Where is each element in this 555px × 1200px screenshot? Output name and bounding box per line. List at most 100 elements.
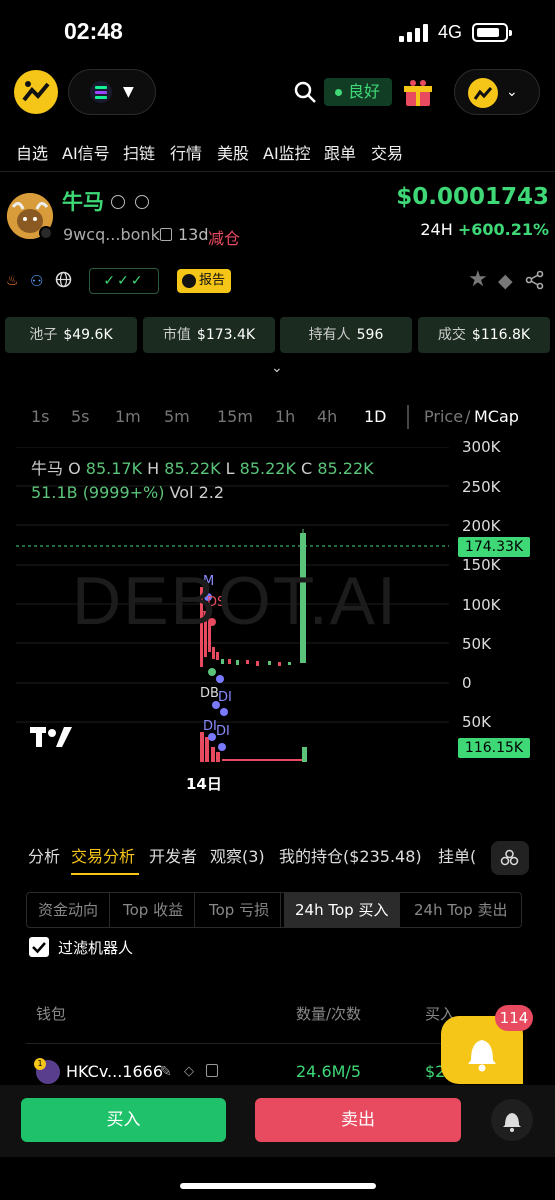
- marker-label: DI: [218, 690, 232, 705]
- token-age: 13d: [178, 225, 209, 244]
- security-checks[interactable]: ✓✓✓: [89, 268, 159, 294]
- social-icon[interactable]: [111, 195, 125, 209]
- marker-label: DI: [216, 724, 230, 739]
- segment-24h-top-sell[interactable]: 24h Top 卖出: [403, 893, 518, 927]
- notification-count-badge: 114: [495, 1005, 533, 1031]
- nav-item-us-stocks[interactable]: 美股: [217, 140, 249, 164]
- chain-selector[interactable]: [68, 69, 156, 115]
- timeframe-5m[interactable]: 5m: [164, 407, 190, 426]
- gift-icon[interactable]: [402, 78, 434, 108]
- tab-watch[interactable]: 观察(3): [210, 843, 265, 867]
- token-price: $0.0001743: [396, 184, 549, 210]
- ohlc-c-label: C: [295, 459, 318, 478]
- price-toggle[interactable]: Price: [424, 407, 463, 426]
- nav-item-watchlist[interactable]: 自选: [16, 140, 48, 164]
- nav-item-copy-trade[interactable]: 跟单: [324, 140, 356, 164]
- timeframe-15m[interactable]: 15m: [217, 407, 253, 426]
- tab-developer[interactable]: 开发者: [149, 843, 197, 867]
- stat-value: $116.8K: [471, 327, 531, 343]
- mcap-toggle[interactable]: MCap: [474, 407, 519, 426]
- user-avatar: [468, 78, 498, 108]
- ohlc-volume: Vol 2.2: [164, 483, 225, 502]
- timeframe-1d[interactable]: 1D: [364, 407, 387, 426]
- chevron-down-icon: ⌄: [506, 84, 518, 100]
- star-icon[interactable]: ★: [468, 267, 488, 292]
- share-icon[interactable]: [525, 270, 545, 294]
- y-tick: 150K: [462, 556, 501, 574]
- wallet-address[interactable]: HKCv...1666: [66, 1062, 163, 1081]
- tradingview-logo: [30, 727, 72, 753]
- nav-item-trade[interactable]: 交易: [371, 140, 403, 164]
- ohlc-l-label: L: [220, 459, 240, 478]
- segment-top-loss[interactable]: Top 亏损: [198, 893, 282, 927]
- divider: [407, 405, 409, 429]
- globe-icon[interactable]: [55, 271, 72, 292]
- search-icon[interactable]: [293, 80, 317, 104]
- tab-trade-analysis[interactable]: 交易分析: [71, 843, 135, 867]
- tab-orders[interactable]: 挂单(: [438, 843, 476, 867]
- ohlc-high: 85.22K: [164, 459, 221, 478]
- nav-item-scan[interactable]: 扫链: [123, 140, 155, 164]
- column-header-quantity: 数量/次数: [296, 1005, 362, 1023]
- buy-button[interactable]: 买入: [21, 1098, 226, 1142]
- home-indicator: [180, 1183, 376, 1189]
- change-label: 24H: [420, 220, 453, 239]
- nav-item-ai-signal[interactable]: AI信号: [62, 140, 110, 164]
- nav-item-market[interactable]: 行情: [170, 140, 202, 164]
- wallet-quantity: 24.6M/5: [296, 1062, 361, 1081]
- filter-bots-checkbox[interactable]: [29, 937, 49, 957]
- token-address: 9wcq...bonk: [63, 225, 160, 244]
- diamond-icon[interactable]: ◆: [498, 270, 513, 292]
- timeframe-1s[interactable]: 1s: [31, 407, 50, 426]
- segment-fund-flow[interactable]: 资金动向: [27, 893, 111, 927]
- segment-top-profit[interactable]: Top 收益: [112, 893, 196, 927]
- timeframe-1m[interactable]: 1m: [115, 407, 141, 426]
- filter-bots-label: 过滤机器人: [58, 939, 134, 957]
- diamond-outline-icon[interactable]: ◇: [184, 1064, 194, 1079]
- tab-analysis[interactable]: 分析: [28, 843, 60, 867]
- ohlc-h-label: H: [142, 459, 165, 478]
- copy-icon[interactable]: [160, 228, 172, 241]
- x-axis-label: 14日: [186, 775, 222, 793]
- segment-24h-top-buy[interactable]: 24h Top 买入: [284, 893, 401, 927]
- ohlc-prefix: 牛马 O: [31, 459, 86, 478]
- stat-value: 596: [356, 327, 384, 343]
- sell-button[interactable]: 卖出: [255, 1098, 461, 1142]
- chevron-down-icon: ▼: [123, 84, 134, 100]
- tab-my-holdings[interactable]: 我的持仓($235.48): [279, 843, 422, 867]
- signal-icon: [399, 24, 429, 42]
- edit-icon[interactable]: ✎: [160, 1064, 172, 1080]
- report-button[interactable]: 报告: [177, 269, 231, 293]
- change-value: +600.21%: [457, 220, 549, 239]
- people-icon[interactable]: ⚇: [30, 272, 43, 290]
- ohlc-readout: 牛马 O 85.17K H 85.22K L 85.22K C 85.22K 5…: [31, 457, 374, 505]
- y-tick: 0: [462, 674, 472, 692]
- chart-watermark: DEBOT.AI: [72, 563, 398, 639]
- current-price-tag: 174.33K: [458, 537, 530, 557]
- app-logo[interactable]: [14, 70, 58, 114]
- health-status-badge[interactable]: 良好: [324, 78, 392, 106]
- timeframe-5s[interactable]: 5s: [71, 407, 90, 426]
- timeframe-4h[interactable]: 4h: [317, 407, 337, 426]
- social-icon[interactable]: [135, 195, 149, 209]
- price-change: 24H +600.21%: [420, 220, 549, 239]
- bell-icon[interactable]: [491, 1099, 533, 1141]
- y-tick: 300K: [462, 438, 501, 456]
- expand-chevron-icon[interactable]: ⌄: [271, 360, 283, 376]
- current-volume-tag: 116.15K: [458, 738, 530, 758]
- stat-volume: 成交 $116.8K: [418, 317, 550, 353]
- stat-label: 持有人: [308, 327, 351, 343]
- token-name: 牛马: [62, 190, 104, 214]
- y-tick: 100K: [462, 596, 501, 614]
- nav-item-ai-monitor[interactable]: AI监控: [263, 140, 311, 164]
- copy-icon[interactable]: [206, 1064, 218, 1077]
- stat-pool: 池子 $49.6K: [5, 317, 137, 353]
- battery-icon: [472, 23, 512, 42]
- y-tick: 50K: [462, 635, 491, 653]
- stat-value: $49.6K: [63, 327, 113, 343]
- stat-label: 市值: [162, 327, 191, 343]
- filter-settings-button[interactable]: [491, 841, 529, 875]
- row-divider: [26, 1043, 441, 1044]
- timeframe-1h[interactable]: 1h: [275, 407, 295, 426]
- report-label: 报告: [199, 273, 226, 288]
